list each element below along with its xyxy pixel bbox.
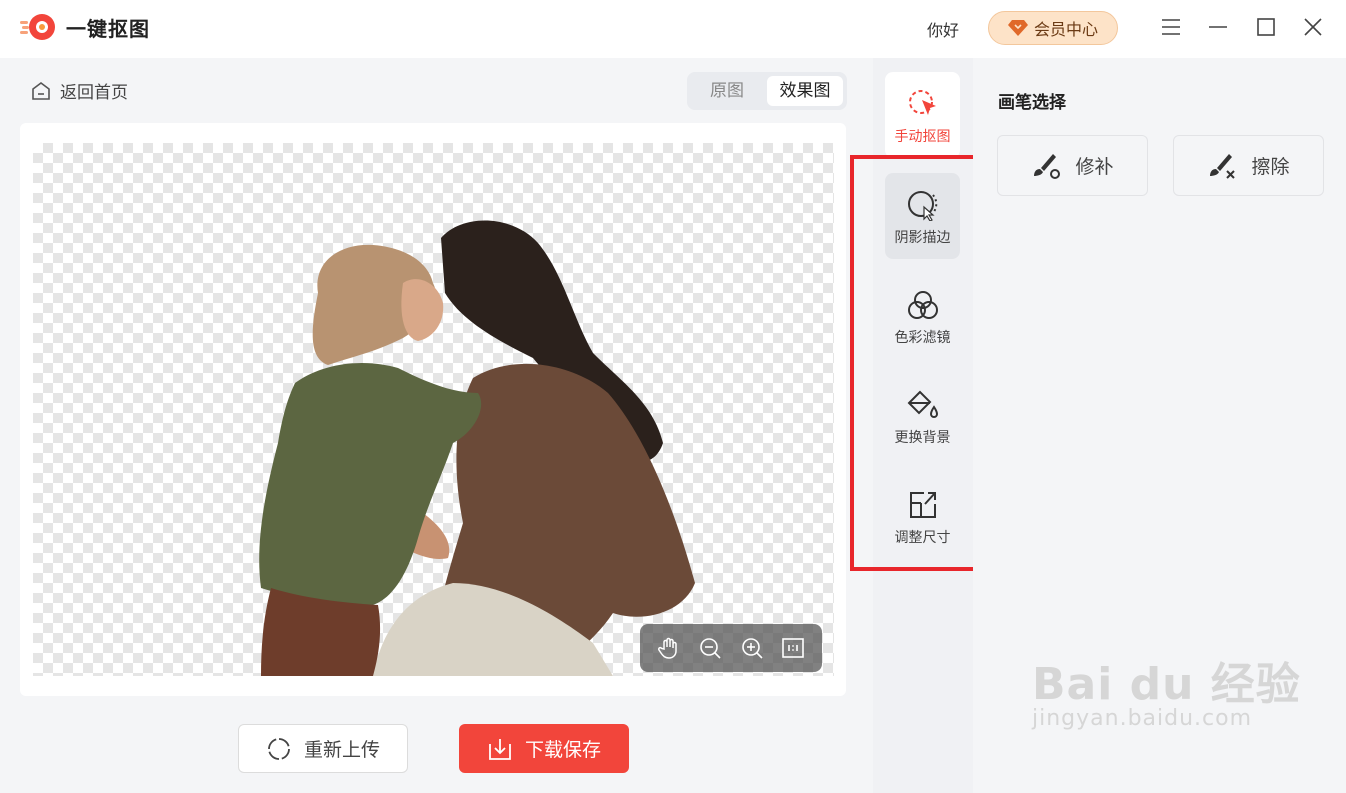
- hand-icon[interactable]: [656, 635, 682, 661]
- app-title: 一键抠图: [66, 16, 150, 41]
- highlight-box: [850, 155, 991, 571]
- watermark-brand: Bai du 经验: [1032, 659, 1301, 710]
- download-icon: [489, 738, 511, 760]
- download-label: 下载保存: [524, 739, 601, 761]
- vip-center-button[interactable]: 会员中心: [988, 11, 1118, 45]
- zoom-in-icon[interactable]: [739, 635, 765, 661]
- zoom-out-icon[interactable]: [697, 635, 723, 661]
- reupload-button[interactable]: 重新上传: [238, 724, 408, 773]
- vip-label: 会员中心: [1033, 20, 1098, 39]
- reupload-label: 重新上传: [303, 739, 380, 761]
- erase-brush-button[interactable]: 擦除: [1173, 135, 1324, 196]
- vip-gem-icon: [1007, 20, 1028, 36]
- brush-repair-icon: [1034, 153, 1061, 179]
- erase-label: 擦除: [1251, 156, 1290, 178]
- back-home-label: 返回首页: [60, 83, 128, 103]
- home-icon: [32, 81, 50, 100]
- manual-cutout-icon: [908, 90, 936, 115]
- back-home-button[interactable]: 返回首页: [30, 78, 128, 103]
- app-logo: 一键抠图: [20, 12, 150, 42]
- fit-icon[interactable]: [780, 635, 806, 661]
- tab-result[interactable]: 效果图: [767, 76, 843, 106]
- close-icon[interactable]: [1300, 14, 1326, 40]
- tool-manual-cutout[interactable]: 手动抠图: [885, 72, 960, 158]
- repair-brush-button[interactable]: 修补: [997, 135, 1148, 196]
- view-toggle: 原图 效果图: [687, 72, 847, 110]
- cutout-photo: [259, 220, 695, 676]
- minimize-icon[interactable]: [1205, 14, 1231, 40]
- zoom-toolbar: [640, 624, 822, 672]
- tool-label: 手动抠图: [894, 129, 951, 145]
- image-canvas[interactable]: [33, 143, 834, 676]
- menu-icon[interactable]: [1158, 14, 1184, 40]
- refresh-icon: [268, 737, 290, 760]
- greeting-text[interactable]: 你好: [927, 17, 959, 41]
- maximize-icon[interactable]: [1253, 14, 1279, 40]
- download-save-button[interactable]: 下载保存: [459, 724, 629, 773]
- panel-title: 画笔选择: [998, 93, 1066, 113]
- tab-original[interactable]: 原图: [691, 76, 763, 106]
- logo-icon: [20, 14, 55, 40]
- baidu-watermark: Bai du 经验 jingyan.baidu.com: [1032, 648, 1301, 731]
- brush-erase-icon: [1210, 153, 1236, 179]
- repair-label: 修补: [1075, 156, 1114, 178]
- title-bar: 一键抠图 你好 会员中心: [0, 0, 1346, 58]
